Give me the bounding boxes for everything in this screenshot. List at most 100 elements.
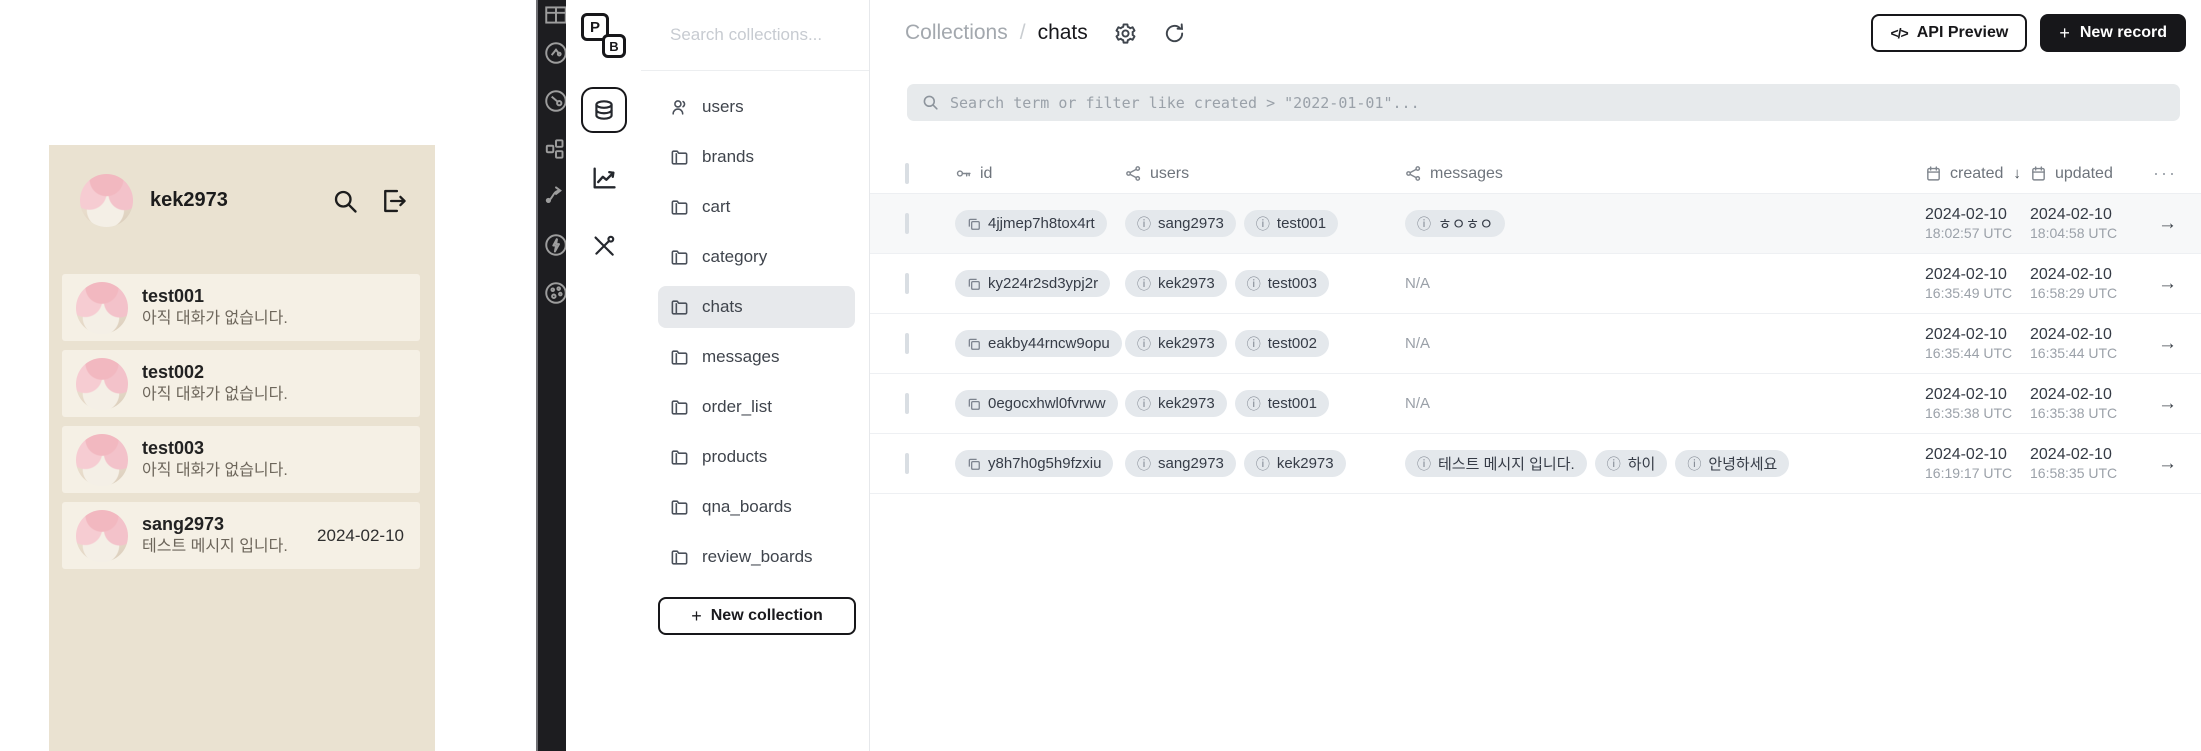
user-pill[interactable]: ⓘ kek2973 bbox=[1125, 270, 1227, 297]
collection-label: chats bbox=[702, 297, 743, 316]
row-expand-button[interactable]: → bbox=[2158, 393, 2177, 414]
sidebar-item-category[interactable]: category bbox=[658, 236, 855, 278]
palette-icon[interactable] bbox=[543, 280, 566, 306]
user-pill[interactable]: ⓘ sang2973 bbox=[1125, 450, 1236, 477]
search-icon bbox=[923, 95, 938, 110]
chat-search-button[interactable] bbox=[331, 187, 359, 215]
profile-avatar bbox=[80, 174, 133, 227]
collection-label: review_boards bbox=[702, 547, 813, 566]
id-pill[interactable]: 4jjmep7h8tox4rt bbox=[955, 210, 1107, 237]
user-name: test001 bbox=[1276, 215, 1327, 232]
nav-collections-button[interactable] bbox=[580, 87, 627, 133]
row-checkbox[interactable] bbox=[905, 212, 909, 234]
user-name: test003 bbox=[1267, 275, 1317, 292]
sidebar-item-products[interactable]: products bbox=[658, 436, 855, 478]
sidebar-item-review-boards[interactable]: review_boards bbox=[658, 536, 855, 578]
user-name: kek2973 bbox=[1158, 275, 1215, 292]
id-pill[interactable]: ky224r2sd3ypj2r bbox=[955, 270, 1111, 297]
row-expand-button[interactable]: → bbox=[2158, 213, 2177, 234]
record-id: eakby44rncw9opu bbox=[988, 335, 1110, 352]
column-header-users[interactable]: users bbox=[1125, 165, 1405, 183]
chat-list-item[interactable]: test001 아직 대화가 없습니다. bbox=[62, 274, 420, 341]
refresh-button[interactable] bbox=[1163, 22, 1186, 45]
sidebar-item-brands[interactable]: brands bbox=[658, 136, 855, 178]
row-expand-button[interactable]: → bbox=[2158, 273, 2177, 294]
table-icon[interactable] bbox=[543, 2, 566, 28]
row-expand-button[interactable]: → bbox=[2158, 453, 2177, 474]
sidebar-item-qna-boards[interactable]: qna_boards bbox=[658, 486, 855, 528]
user-pill[interactable]: ⓘ kek2973 bbox=[1243, 450, 1346, 477]
table-row[interactable]: y8h7h0g5h9fzxiu ⓘ sang2973 ⓘ kek2973 ⓘ 테스트 … bbox=[870, 434, 2201, 494]
graph-node-icon[interactable] bbox=[543, 88, 566, 114]
column-header-created[interactable]: created ↓ bbox=[1925, 165, 2030, 183]
info-icon: ⓘ bbox=[1246, 335, 1261, 352]
chat-list-item[interactable]: test003 아직 대화가 없습니다. bbox=[62, 426, 420, 493]
record-filter-input[interactable] bbox=[950, 93, 2166, 112]
record-id: 0egocxhwl0fvrww bbox=[988, 395, 1106, 412]
collections-search-input[interactable] bbox=[670, 25, 849, 45]
user-pill[interactable]: ⓘ test002 bbox=[1234, 330, 1329, 357]
chat-list-item[interactable]: sang2973 테스트 메시지 입니다. 2024-02-10 bbox=[62, 502, 420, 569]
row-checkbox[interactable] bbox=[905, 452, 909, 474]
collection-label: brands bbox=[702, 147, 754, 166]
select-all-checkbox[interactable] bbox=[905, 162, 909, 184]
table-row[interactable]: eakby44rncw9opu ⓘ kek2973 ⓘ test002 N/A 20… bbox=[870, 314, 2201, 374]
column-header-updated[interactable]: updated bbox=[2030, 165, 2150, 183]
nav-logs-button[interactable] bbox=[581, 155, 627, 201]
collection-label: users bbox=[702, 97, 744, 116]
row-checkbox[interactable] bbox=[905, 332, 909, 354]
table-row[interactable]: 4jjmep7h8tox4rt ⓘ sang2973 ⓘ test001 ⓘ ㅎㅇㅎㅇ… bbox=[870, 194, 2201, 254]
user-pill[interactable]: ⓘ test003 bbox=[1234, 270, 1329, 297]
lightning-circle-icon[interactable] bbox=[543, 232, 566, 258]
user-pill[interactable]: ⓘ sang2973 bbox=[1125, 210, 1236, 237]
message-pill[interactable]: ⓘ 안녕하세요 bbox=[1675, 450, 1790, 477]
chat-header-actions bbox=[331, 187, 408, 215]
pocketbase-logo[interactable]: P B bbox=[580, 13, 627, 59]
new-collection-button[interactable]: + New collection bbox=[658, 597, 856, 635]
user-pill[interactable]: ⓘ test001 bbox=[1243, 210, 1339, 237]
gauge-icon[interactable] bbox=[543, 40, 566, 66]
table-row[interactable]: ky224r2sd3ypj2r ⓘ kek2973 ⓘ test003 N/A 20… bbox=[870, 254, 2201, 314]
sidebar-item-chats[interactable]: chats bbox=[658, 286, 855, 328]
updated-cell: 2024-02-10 16:35:38 UTC bbox=[2030, 385, 2150, 423]
user-name: kek2973 bbox=[1276, 455, 1334, 472]
row-checkbox[interactable] bbox=[905, 272, 909, 294]
column-label: users bbox=[1150, 164, 1190, 182]
user-pill[interactable]: ⓘ kek2973 bbox=[1125, 330, 1227, 357]
message-pill[interactable]: ⓘ 하이 bbox=[1594, 450, 1668, 477]
user-name: kek2973 bbox=[1158, 335, 1215, 352]
new-record-button[interactable]: + New record bbox=[2040, 14, 2186, 52]
plus-icon: + bbox=[2059, 22, 2070, 43]
row-checkbox[interactable] bbox=[905, 392, 909, 414]
chat-logout-button[interactable] bbox=[380, 187, 408, 215]
message-pill[interactable]: ⓘ 테스트 메시지 입니다. bbox=[1405, 450, 1587, 477]
id-pill[interactable]: y8h7h0g5h9fzxiu bbox=[955, 450, 1114, 477]
id-pill[interactable]: eakby44rncw9opu bbox=[955, 330, 1122, 357]
id-pill[interactable]: 0egocxhwl0fvrww bbox=[955, 390, 1118, 417]
column-header-id[interactable]: id bbox=[955, 165, 1125, 183]
record-id: ky224r2sd3ypj2r bbox=[988, 275, 1099, 292]
chat-list-item[interactable]: test002 아직 대화가 없습니다. bbox=[62, 350, 420, 417]
flow-arrow-icon[interactable] bbox=[543, 182, 566, 208]
sidebar-item-cart[interactable]: cart bbox=[658, 186, 855, 228]
nav-settings-button[interactable] bbox=[581, 223, 627, 269]
message-pill[interactable]: ⓘ ㅎㅇㅎㅇ bbox=[1405, 210, 1506, 237]
sidebar-item-order-list[interactable]: order_list bbox=[658, 386, 855, 428]
collection-label: category bbox=[702, 247, 768, 266]
row-expand-button[interactable]: → bbox=[2158, 333, 2177, 354]
table-row[interactable]: 0egocxhwl0fvrww ⓘ kek2973 ⓘ test001 N/A 20… bbox=[870, 374, 2201, 434]
collection-settings-button[interactable] bbox=[1114, 22, 1137, 45]
code-icon: </> bbox=[1890, 25, 1908, 41]
key-icon bbox=[956, 170, 971, 177]
sidebar-item-users[interactable]: users bbox=[658, 86, 855, 128]
sidebar-item-messages[interactable]: messages bbox=[658, 336, 855, 378]
column-options-button[interactable]: ··· bbox=[2150, 163, 2177, 184]
updated-cell: 2024-02-10 18:04:58 UTC bbox=[2030, 205, 2150, 243]
blocks-icon[interactable] bbox=[543, 136, 566, 162]
user-pill[interactable]: ⓘ kek2973 bbox=[1125, 390, 1227, 417]
api-preview-button[interactable]: </> API Preview bbox=[1871, 14, 2028, 52]
main-content: Collections / chats </> API Preview + Ne… bbox=[870, 0, 2201, 751]
column-header-messages[interactable]: messages bbox=[1405, 165, 1925, 183]
user-pill[interactable]: ⓘ test001 bbox=[1234, 390, 1329, 417]
created-date: 2024-02-10 bbox=[1925, 205, 2007, 223]
